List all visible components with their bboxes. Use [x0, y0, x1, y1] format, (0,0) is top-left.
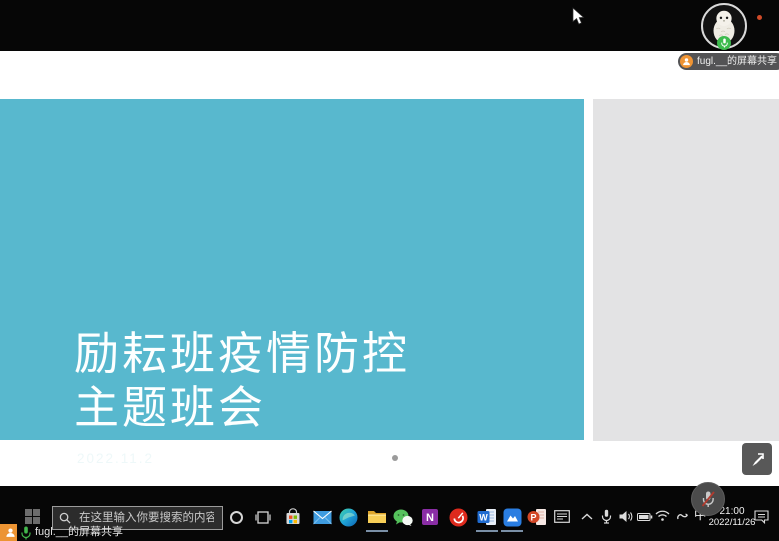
microsoft-store-icon [284, 508, 302, 526]
meeting-top-bar [0, 0, 779, 51]
share-badge-label: fugl.__的屏幕共享 [697, 57, 777, 67]
link-icon [676, 510, 689, 523]
word-letter: W [479, 513, 488, 523]
microphone-icon [601, 509, 612, 524]
tray-notifications-button[interactable] [754, 510, 769, 524]
tray-phone-link-button[interactable] [676, 510, 689, 523]
tray-hidden-icons-button[interactable] [581, 513, 593, 521]
file-explorer-icon [367, 509, 387, 525]
slide-side-panel [593, 99, 779, 441]
slide-title-line1: 励耘班疫情防控 [74, 327, 410, 381]
taskbar-app-mail[interactable] [312, 507, 332, 527]
presenter-icon [0, 524, 17, 541]
window-lines-icon [554, 510, 570, 523]
speaker-icon [619, 510, 634, 523]
running-indicator [476, 530, 498, 532]
taskbar-app-file-explorer[interactable] [367, 507, 387, 527]
powerpoint-letter: P [530, 512, 536, 522]
tray-microphone-button[interactable] [601, 509, 612, 524]
battery-icon [637, 513, 653, 521]
running-indicator [366, 530, 388, 532]
taskbar-app-music[interactable] [448, 507, 468, 527]
floating-mute-button[interactable] [691, 482, 725, 516]
chevron-up-icon [581, 513, 593, 521]
taskbar-app-onenote[interactable]: N [420, 507, 440, 527]
notification-icon [754, 510, 769, 524]
tray-volume-button[interactable] [619, 510, 634, 523]
avatar-mic-icon [717, 36, 731, 50]
word-icon: W [477, 508, 497, 526]
search-icon [59, 512, 71, 524]
taskbar-app-word[interactable]: W [477, 507, 497, 527]
onenote-letter: N [426, 512, 434, 524]
meeting-app-icon [503, 508, 522, 527]
running-indicator [501, 530, 523, 532]
screen: fugl.__的屏幕共享 励耘班疫情防控 主题班会 2022.11.2 [0, 0, 779, 541]
pen-icon [749, 451, 766, 468]
start-button[interactable] [22, 506, 42, 526]
microphone-muted-icon [698, 489, 718, 509]
clock-date: 2022/11/26 [705, 517, 759, 528]
cortana-button[interactable] [230, 511, 243, 524]
share-status-label: fugl.__的屏幕共享 [35, 527, 123, 538]
slide-title: 励耘班疫情防控 主题班会 [74, 327, 410, 435]
task-view-icon [255, 510, 271, 525]
search-input[interactable] [77, 511, 216, 525]
shared-slide: 励耘班疫情防控 主题班会 2022.11.2 [0, 99, 584, 440]
presenter-icon [680, 55, 693, 68]
screen-share-badge: fugl.__的屏幕共享 [678, 53, 779, 70]
edge-icon [339, 508, 358, 527]
slide-title-line2: 主题班会 [74, 381, 410, 435]
taskbar-app-meeting[interactable] [502, 507, 522, 527]
powerpoint-icon: P [527, 508, 547, 526]
annotation-button[interactable] [742, 443, 772, 475]
cursor-arrow-icon [572, 7, 585, 26]
mouse-cursor [572, 7, 585, 31]
tray-meeting-window-button[interactable] [554, 510, 570, 523]
music-app-icon [449, 508, 468, 527]
mail-icon [313, 510, 332, 525]
taskbar-app-store[interactable] [283, 507, 303, 527]
onenote-icon: N [421, 508, 439, 526]
mic-on-icon [21, 526, 31, 540]
taskbar-app-edge[interactable] [338, 507, 358, 527]
share-status-bar: fugl.__的屏幕共享 [0, 524, 123, 541]
wechat-icon [393, 509, 413, 526]
task-view-button[interactable] [255, 510, 271, 530]
taskbar-app-powerpoint[interactable]: P [527, 507, 547, 527]
page-indicator-dot [392, 455, 398, 461]
status-dot [757, 15, 762, 20]
participant-avatar[interactable] [701, 3, 747, 49]
slide-date: 2022.11.2 [77, 451, 154, 466]
wifi-icon [655, 510, 670, 521]
taskbar-app-wechat[interactable] [393, 507, 413, 527]
tray-wifi-button[interactable] [655, 510, 670, 521]
windows-logo-icon [25, 509, 40, 524]
tray-battery-button[interactable] [637, 513, 653, 521]
